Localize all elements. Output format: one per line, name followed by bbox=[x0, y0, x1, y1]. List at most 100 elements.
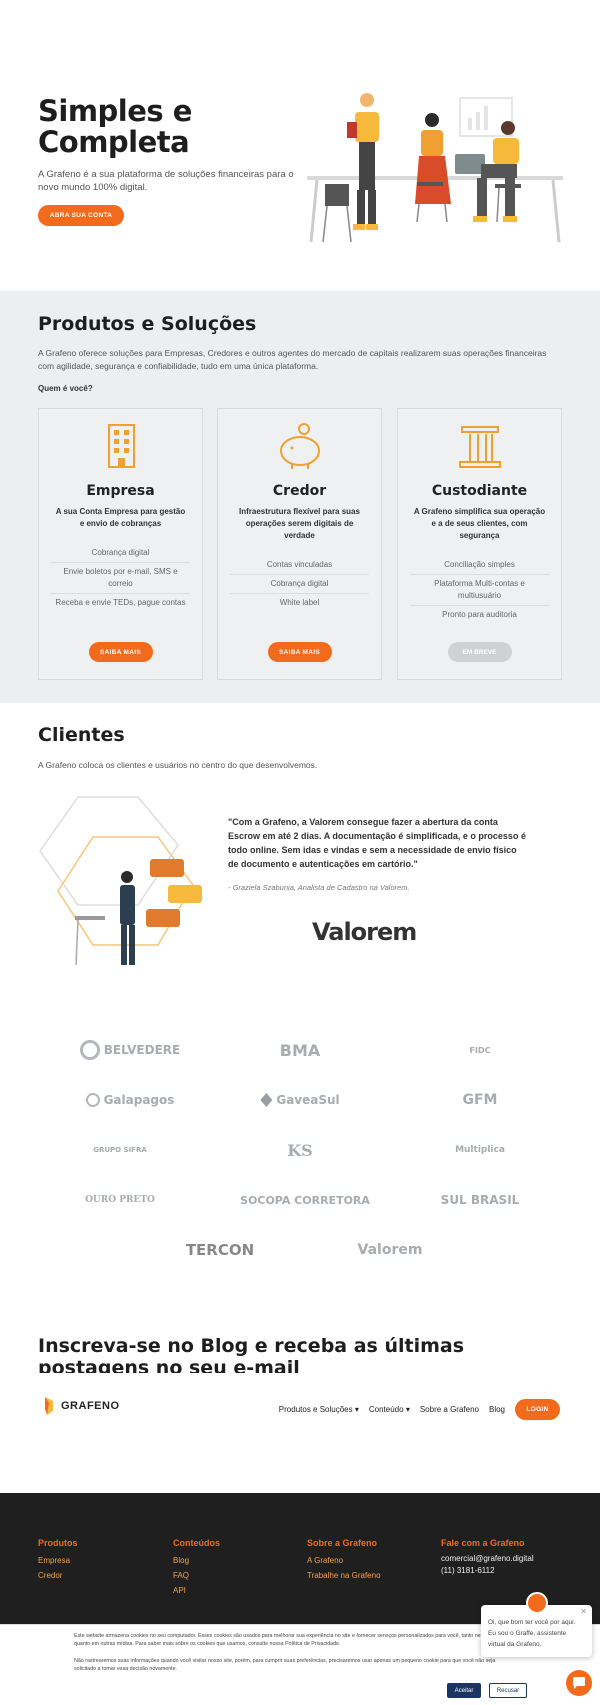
feature-item: Receba e envie TEDs, pague contas bbox=[55, 598, 186, 607]
products-section: Produtos e Soluções A Grafeno oferece so… bbox=[0, 291, 600, 703]
logo-socopa: SOCOPA CORRETORA bbox=[240, 1193, 370, 1207]
gaveasul-icon bbox=[260, 1093, 273, 1107]
nav-item-conteudo[interactable]: Conteúdo ▾ bbox=[369, 1405, 410, 1414]
footer-link-trabalhe[interactable]: Trabalhe na Grafeno bbox=[307, 1568, 381, 1583]
chat-message: Oi, que bom ter você por aqui. Eu sou o … bbox=[488, 1619, 576, 1648]
logo-sul-brasil: SUL BRASIL bbox=[440, 1193, 520, 1207]
feature-item: Cobrança digital bbox=[51, 544, 190, 563]
brand-name: GRAFENO bbox=[61, 1400, 120, 1412]
card-desc: A Grafeno simplifica sua operação e a de… bbox=[413, 507, 546, 540]
feature-item: Plataforma Multi-contas e multiusuário bbox=[410, 575, 549, 606]
card-features: Cobrança digital Envie boletos por e-mai… bbox=[51, 544, 190, 612]
belvedere-icon bbox=[79, 1040, 100, 1060]
testimonial-illustration bbox=[39, 796, 202, 966]
footer-link-blog[interactable]: Blog bbox=[173, 1553, 220, 1568]
hero-subtitle: A Grafeno é a sua plataforma de soluções… bbox=[38, 169, 294, 193]
empresa-learn-more-button[interactable]: SAIBA MAIS bbox=[88, 642, 153, 662]
products-intro: A Grafeno oferece soluções para Empresas… bbox=[38, 348, 547, 371]
nav-item-produtos[interactable]: Produtos e Soluções ▾ bbox=[279, 1405, 359, 1414]
feature-item: Conciliação simples bbox=[410, 556, 549, 575]
logo-belvedere: BELVEDERE bbox=[70, 1037, 190, 1063]
caret-down-icon: ▾ bbox=[405, 1405, 410, 1414]
logo-multiplica: Multiplica bbox=[455, 1145, 505, 1155]
card-features: Conciliação simples Plataforma Multi-con… bbox=[410, 556, 549, 624]
login-button[interactable]: LOGIN bbox=[515, 1399, 560, 1420]
hero-title: Simples e Completa bbox=[38, 96, 192, 158]
card-credor: Credor Infraestrutura flexível para suas… bbox=[217, 408, 382, 680]
footer-link-credor[interactable]: Credor bbox=[38, 1568, 78, 1583]
logo-galapagos: Galapagos bbox=[60, 1087, 200, 1113]
card-title: Empresa bbox=[86, 483, 155, 499]
chat-bubble-icon bbox=[573, 1677, 585, 1689]
card-custodiante: Custodiante A Grafeno simplifica sua ope… bbox=[397, 408, 562, 680]
logo-tercon: TERCON bbox=[185, 1241, 255, 1259]
custodiante-coming-soon-button[interactable]: EM BREVE bbox=[447, 642, 512, 662]
chat-avatar bbox=[526, 1592, 548, 1614]
cookie-reject-button[interactable]: Recusar bbox=[489, 1683, 527, 1698]
card-desc: A sua Conta Empresa para gestão e envio … bbox=[55, 507, 186, 528]
credor-learn-more-button[interactable]: SAIBA MAIS bbox=[267, 642, 332, 662]
nav-menu: Produtos e Soluções ▾ Conteúdo ▾ Sobre a… bbox=[279, 1399, 560, 1420]
hero-title-line2: Completa bbox=[38, 125, 190, 159]
hero-team-illustration bbox=[307, 93, 563, 243]
cookie-text: Este website armazena cookies no seu com… bbox=[74, 1633, 509, 1647]
grafeno-logo-icon bbox=[45, 1397, 53, 1415]
products-title: Produtos e Soluções bbox=[38, 313, 257, 335]
feature-item: Pronto para auditoria bbox=[442, 610, 517, 619]
feature-item: Cobrança digital bbox=[230, 575, 369, 594]
galapagos-icon bbox=[85, 1093, 100, 1107]
footer-col-title: Conteúdos bbox=[173, 1538, 220, 1548]
cookie-text-2: Não rastrearemos suas informações quando… bbox=[74, 1658, 496, 1672]
footer-col-conteudos: Conteúdos Blog FAQ API bbox=[173, 1538, 220, 1598]
open-account-button[interactable]: ABRA SUA CONTA bbox=[38, 205, 124, 226]
navbar: GRAFENO Produtos e Soluções ▾ Conteúdo ▾… bbox=[0, 1373, 600, 1445]
contact-email[interactable]: comercial@grafeno.digital bbox=[441, 1553, 534, 1565]
footer-col-sobre: Sobre a Grafeno A Grafeno Trabalhe na Gr… bbox=[307, 1538, 381, 1583]
cookie-accept-button[interactable]: Aceitar bbox=[447, 1683, 481, 1698]
logo-fidc: FIDC bbox=[469, 1045, 491, 1055]
logo-ouro-preto: OURO PRETO bbox=[85, 1195, 155, 1205]
column-icon bbox=[459, 426, 501, 468]
footer-link-api[interactable]: API bbox=[173, 1583, 220, 1598]
logo-bma: BMA bbox=[279, 1040, 321, 1060]
footer-link-a-grafeno[interactable]: A Grafeno bbox=[307, 1553, 381, 1568]
logo-gaveasul: GaveaSul bbox=[240, 1087, 360, 1113]
footer-col-title: Produtos bbox=[38, 1538, 78, 1548]
footer-col-title: Fale com a Grafeno bbox=[441, 1538, 525, 1548]
blog-section: Inscreva-se no Blog e receba as últimas … bbox=[0, 1293, 600, 1379]
card-features: Contas vinculadas Cobrança digital White… bbox=[230, 556, 369, 612]
footer-link-faq[interactable]: FAQ bbox=[173, 1568, 220, 1583]
building-icon bbox=[108, 424, 135, 468]
logo-valorem: Valorem bbox=[357, 1242, 423, 1258]
hero-title-line1: Simples e bbox=[38, 94, 192, 128]
who-are-you-label: Quem é você? bbox=[38, 384, 93, 393]
chat-launcher-button[interactable] bbox=[566, 1670, 592, 1696]
footer-col-title: Sobre a Grafeno bbox=[307, 1538, 378, 1548]
feature-item: White label bbox=[279, 598, 320, 607]
testimonial-author: - Graziela Szabunia, Analista de Cadastr… bbox=[228, 883, 410, 892]
card-desc: Infraestrutura flexível para suas operaç… bbox=[239, 507, 360, 540]
piggy-bank-icon bbox=[280, 423, 320, 469]
testimonial-quote: "Com a Grafeno, a Valorem consegue fazer… bbox=[228, 817, 526, 869]
close-icon[interactable]: ✕ bbox=[580, 1607, 587, 1616]
contact-phone[interactable]: (11) 3181-6112 bbox=[441, 1565, 534, 1577]
nav-item-sobre[interactable]: Sobre a Grafeno bbox=[420, 1405, 479, 1414]
feature-item: Envie boletos por e-mail, SMS e correio bbox=[51, 563, 190, 594]
card-title: Credor bbox=[272, 483, 327, 499]
hero-section: Simples e Completa A Grafeno é a sua pla… bbox=[0, 0, 600, 291]
card-title: Custodiante bbox=[431, 483, 528, 499]
clients-section: Clientes A Grafeno coloca os clientes e … bbox=[0, 703, 600, 1293]
logo-gfm: GFM bbox=[462, 1092, 498, 1108]
feature-item: Contas vinculadas bbox=[230, 556, 369, 575]
card-empresa: Empresa A sua Conta Empresa para gestão … bbox=[38, 408, 203, 680]
footer-link-empresa[interactable]: Empresa bbox=[38, 1553, 78, 1568]
valorem-featured-logo: Valorem bbox=[312, 918, 417, 946]
logo-grupo-sifra: GRUPO SIFRA bbox=[93, 1146, 147, 1154]
clients-intro: A Grafeno coloca os clientes e usuários … bbox=[38, 760, 318, 770]
footer-col-produtos: Produtos Empresa Credor bbox=[38, 1538, 78, 1583]
brand-logo[interactable]: GRAFENO bbox=[42, 1397, 120, 1415]
nav-item-blog[interactable]: Blog bbox=[489, 1405, 505, 1414]
caret-down-icon: ▾ bbox=[354, 1405, 359, 1414]
clients-title: Clientes bbox=[38, 724, 125, 746]
logo-ks: KS bbox=[287, 1140, 313, 1160]
